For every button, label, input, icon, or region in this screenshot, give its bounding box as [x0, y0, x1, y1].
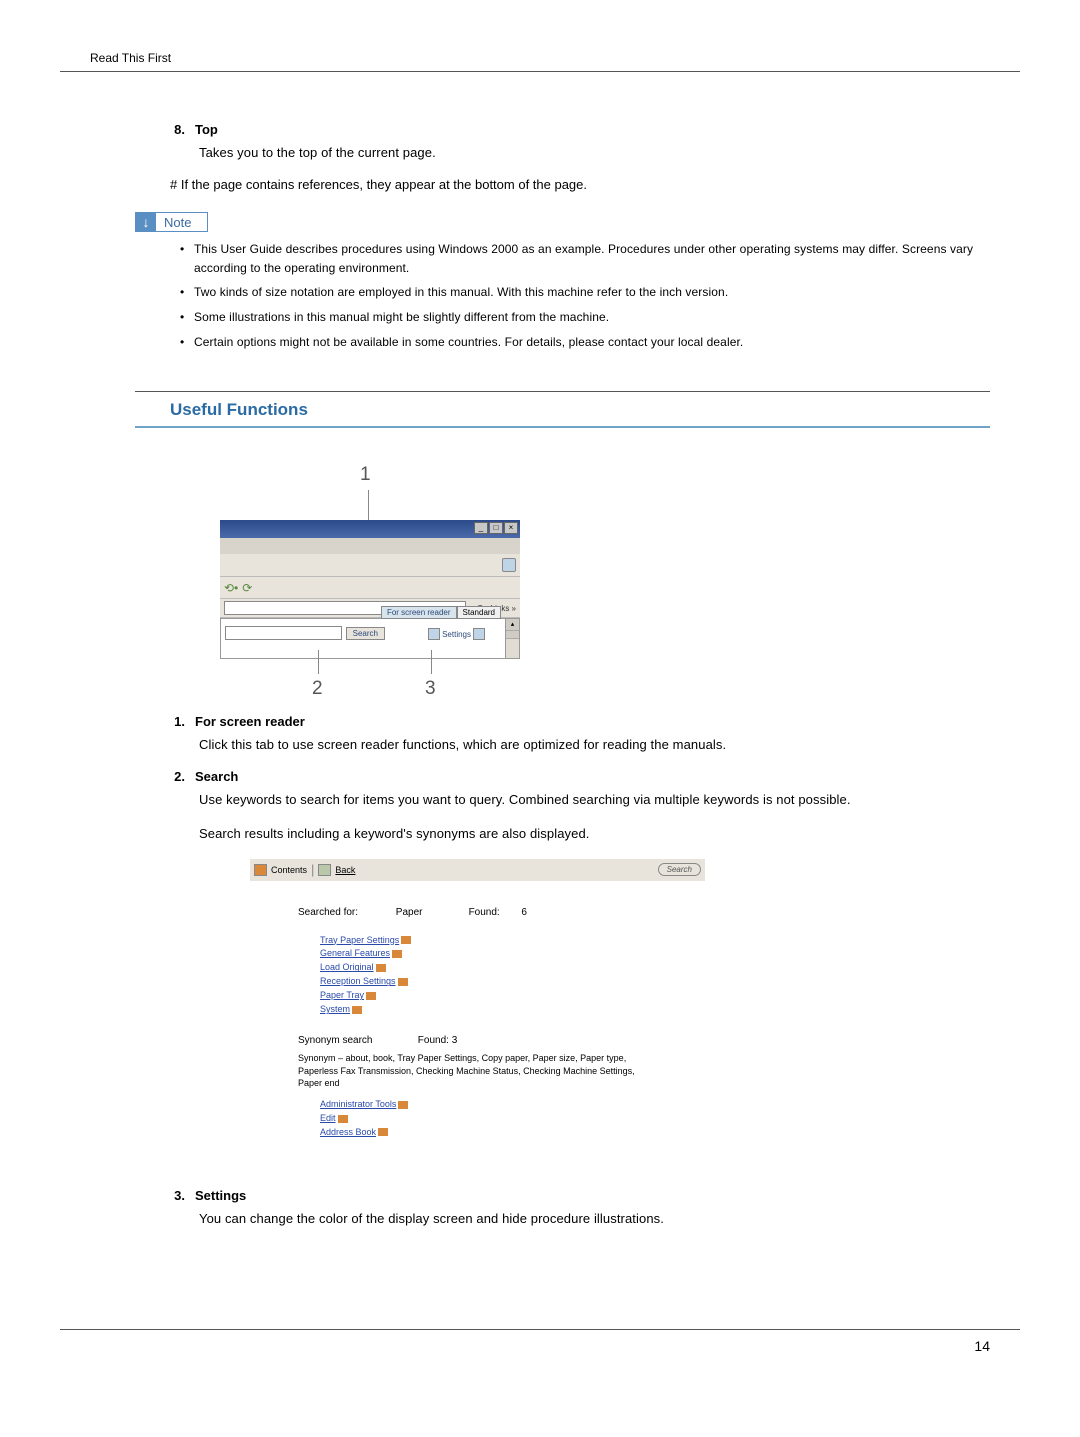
result-link: General Features: [320, 947, 685, 961]
callout-1: 1: [360, 464, 371, 486]
item-number: 1.: [170, 714, 185, 729]
down-arrow-icon: ↓: [136, 213, 156, 231]
found-label: Found:: [469, 907, 519, 918]
window-minimize-icon: _: [474, 522, 488, 534]
list-item-1: 1. For screen reader Click this tab to u…: [170, 714, 990, 755]
scroll-thumb: [506, 631, 519, 639]
item-number: 2.: [170, 769, 185, 784]
section-heading: Useful Functions: [135, 391, 990, 428]
tab-standard: Standard: [457, 606, 501, 619]
leader-line: [318, 650, 319, 674]
searched-for-label: Searched for:: [298, 907, 393, 918]
result-link: Address Book: [320, 1126, 685, 1140]
callout-3: 3: [425, 678, 436, 700]
item-desc: You can change the color of the display …: [170, 1209, 990, 1229]
result-link: Paper Tray: [320, 989, 685, 1003]
synonym-summary-row: Synonym search Found: 3: [298, 1035, 685, 1046]
doc-icon: [376, 964, 386, 972]
doc-icon: [392, 950, 402, 958]
result-link: Load Original: [320, 961, 685, 975]
note-label: Note: [156, 215, 207, 230]
scrollbar: ▴: [506, 618, 520, 659]
item-title: Settings: [195, 1188, 246, 1203]
doc-icon: [401, 936, 411, 944]
doc-icon: [352, 1006, 362, 1014]
note-item: Two kinds of size notation are employed …: [180, 283, 990, 302]
note-item: This User Guide describes procedures usi…: [180, 240, 990, 277]
result-link: Administrator Tools: [320, 1098, 685, 1112]
doc-icon: [398, 1101, 408, 1109]
item-desc: Click this tab to use screen reader func…: [170, 735, 990, 755]
item-desc: Use keywords to search for items you wan…: [170, 790, 990, 810]
item-title: Top: [195, 122, 218, 137]
item-desc: Takes you to the top of the current page…: [170, 143, 990, 163]
callout-2: 2: [312, 678, 323, 700]
note-list: This User Guide describes procedures usi…: [170, 240, 990, 351]
window-content: For screen reader Standard Search Settin…: [220, 618, 520, 659]
search-term: Paper: [396, 907, 466, 918]
found-label: Found:: [418, 1035, 449, 1046]
item-title: Search: [195, 769, 238, 784]
toolbar-icon: [502, 558, 516, 572]
window-maximize-icon: □: [489, 522, 503, 534]
window-nav-toolbar: ⟲• ⟳: [220, 576, 520, 598]
doc-icon: [378, 1128, 388, 1136]
tab-screen-reader: For screen reader: [381, 606, 457, 619]
settings-button: Settings: [442, 630, 471, 639]
result-link: Tray Paper Settings: [320, 934, 685, 948]
doc-icon: [398, 978, 408, 986]
reference-note: # If the page contains references, they …: [170, 177, 990, 192]
synonym-links: Administrator Tools Edit Address Book: [298, 1098, 685, 1140]
back-link: Back: [335, 865, 355, 875]
note-item: Some illustrations in this manual might …: [180, 308, 990, 327]
item-desc-2: Search results including a keyword's syn…: [170, 824, 990, 844]
search-button: Search: [346, 627, 385, 640]
search-field: [225, 626, 342, 640]
contents-icon: [254, 864, 267, 876]
nav-fwd-icon: ⟳: [242, 581, 252, 595]
window-close-icon: ×: [504, 522, 518, 534]
list-item-8: 8. Top Takes you to the top of the curre…: [170, 122, 990, 163]
window-titlebar: _ □ ×: [220, 520, 520, 538]
page-header: Read This First: [60, 50, 1020, 72]
back-icon: [318, 864, 331, 876]
window-menubar: [220, 538, 520, 554]
figure-browser-window: 1 _ □ × ⟲• ⟳: [220, 464, 990, 694]
note-item: Certain options might not be available i…: [180, 333, 990, 352]
synonym-label: Synonym search: [298, 1035, 415, 1046]
item-number: 8.: [170, 122, 185, 137]
doc-icon: [366, 992, 376, 1000]
result-toolbar: Contents | Back Search: [250, 859, 705, 881]
leader-line: [431, 650, 432, 674]
search-summary-row: Searched for: Paper Found: 6: [298, 907, 685, 918]
result-link: System: [320, 1003, 685, 1017]
item-title: For screen reader: [195, 714, 305, 729]
result-link: Edit: [320, 1112, 685, 1126]
contents-link: Contents: [271, 865, 307, 875]
found-count: 3: [452, 1035, 458, 1046]
scroll-up-icon: ▴: [506, 619, 519, 631]
note-callout: ↓ Note: [135, 212, 208, 232]
leader-line: [368, 490, 369, 524]
window-toolbar: [220, 554, 520, 576]
result-links: Tray Paper Settings General Features Loa…: [298, 934, 685, 1018]
result-link: Reception Settings: [320, 975, 685, 989]
settings-icon: [428, 628, 440, 640]
page-footer: 14: [60, 1329, 1020, 1354]
item-number: 3.: [170, 1188, 185, 1203]
help-icon: [473, 628, 485, 640]
list-item-2: 2. Search Use keywords to search for ite…: [170, 769, 990, 844]
breadcrumb: Read This First: [60, 51, 171, 65]
search-button: Search: [658, 863, 701, 876]
page-number: 14: [974, 1338, 990, 1354]
synonym-text: Synonym – about, book, Tray Paper Settin…: [298, 1052, 685, 1090]
figure-search-results: Contents | Back Search Searched for: Pap…: [250, 859, 990, 1164]
doc-icon: [338, 1115, 348, 1123]
section-title: Useful Functions: [135, 392, 990, 426]
nav-back-icon: ⟲•: [224, 581, 238, 595]
list-item-3: 3. Settings You can change the color of …: [170, 1188, 990, 1229]
found-count: 6: [521, 907, 527, 918]
